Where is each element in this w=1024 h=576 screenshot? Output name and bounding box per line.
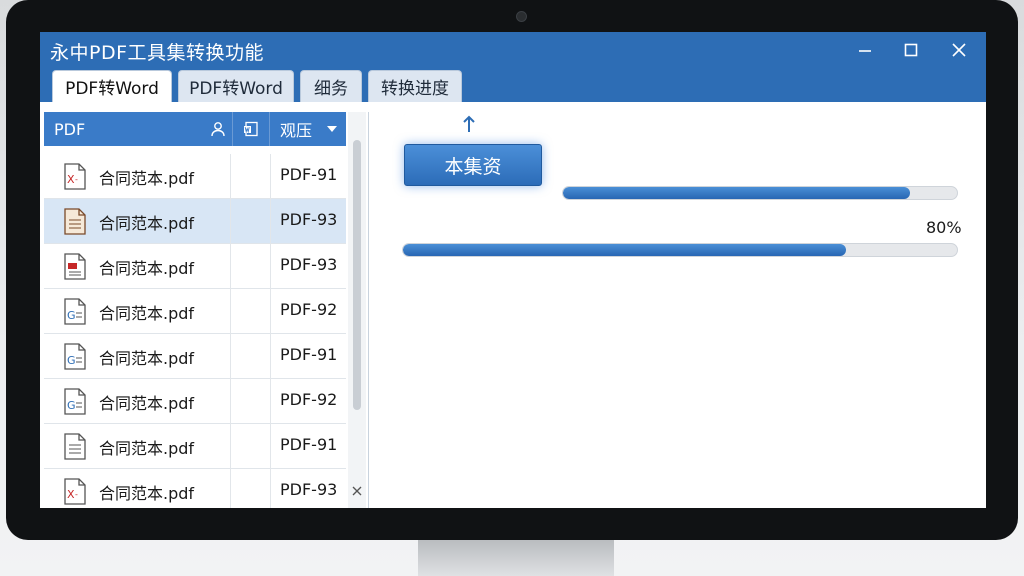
header-sort-column[interactable]: 观压 — [280, 112, 320, 146]
file-name: 合同范本.pdf — [99, 484, 195, 503]
user-icon — [211, 122, 225, 137]
column-divider — [230, 424, 231, 469]
column-divider — [270, 199, 271, 244]
sort-dropdown[interactable] — [322, 112, 342, 146]
file-name: 合同范本.pdf — [99, 214, 195, 233]
tab-details[interactable]: 细务 — [300, 70, 362, 102]
minimize-icon — [859, 50, 871, 52]
tab-pdf-to-word[interactable]: PDF转Word — [52, 70, 172, 102]
file-code: PDF-91 — [280, 165, 338, 184]
arrow-up-icon — [462, 114, 476, 138]
document-gear-icon: G — [64, 343, 86, 370]
file-list-scrollbar[interactable] — [348, 112, 366, 508]
webcam — [516, 11, 527, 22]
file-code: PDF-91 — [280, 345, 338, 364]
column-divider — [270, 244, 271, 289]
tab-bar: PDF转Word PDF转Word 细务 转换进度 — [40, 68, 986, 102]
file-name: 合同范本.pdf — [99, 259, 195, 278]
scrollbar-thumb[interactable] — [353, 140, 361, 410]
document-gear-icon: G — [64, 388, 86, 415]
convert-button[interactable]: 本集资 — [404, 144, 542, 186]
close-icon — [952, 43, 966, 57]
svg-text:G: G — [67, 309, 76, 322]
file-list: X- 合同范本.pdf PDF-91 合同范本.pdf PDF-93 合同范本.… — [44, 146, 346, 508]
progress-bar-top — [562, 186, 958, 200]
column-divider — [230, 244, 231, 289]
file-code: PDF-92 — [280, 300, 338, 319]
file-list-panel: PDF 观压 X- 合同范本.pdf PDF-91 合同范本.pdf PDF-9… — [44, 112, 369, 508]
column-divider — [230, 199, 231, 244]
svg-text:G: G — [67, 354, 76, 367]
app-window: 永中PDF工具集转换功能 PDF转Word PDF转Word 细务 转换进度 P… — [40, 32, 986, 508]
list-item[interactable]: G 合同范本.pdf PDF-92 — [44, 379, 346, 424]
progress-fill-main — [403, 244, 847, 256]
tab-conversion-progress[interactable]: 转换进度 — [368, 70, 462, 102]
svg-text:X: X — [67, 173, 75, 186]
file-code: PDF-92 — [280, 390, 338, 409]
list-item[interactable]: X- 合同范本.pdf PDF-91 — [44, 154, 346, 199]
pdf-red-x-icon: X- — [64, 478, 86, 505]
file-code: PDF-93 — [280, 480, 338, 499]
tab-pdf-to-word-2[interactable]: PDF转Word — [178, 70, 294, 102]
progress-bar-main — [402, 243, 958, 257]
close-icon[interactable] — [352, 486, 362, 496]
monitor-stand — [418, 540, 614, 576]
file-name: 合同范本.pdf — [99, 349, 195, 368]
column-divider — [270, 379, 271, 424]
column-divider — [270, 289, 271, 334]
svg-text:-: - — [75, 490, 78, 499]
list-item-selected[interactable]: 合同范本.pdf PDF-93 — [44, 199, 346, 244]
file-list-header: PDF 观压 — [44, 112, 346, 146]
close-button[interactable] — [942, 36, 976, 64]
conversion-panel: 本集资 80% — [372, 102, 986, 508]
column-divider — [230, 379, 231, 424]
maximize-icon — [904, 43, 918, 57]
column-divider — [230, 469, 231, 508]
column-divider — [230, 154, 231, 199]
list-item[interactable]: G 合同范本.pdf PDF-92 — [44, 289, 346, 334]
document-icon — [64, 433, 86, 460]
column-divider — [270, 469, 271, 508]
window-title: 永中PDF工具集转换功能 — [50, 42, 265, 64]
column-divider — [270, 424, 271, 469]
monitor: 永中PDF工具集转换功能 PDF转Word PDF转Word 细务 转换进度 P… — [0, 0, 1024, 576]
file-name: 合同范本.pdf — [99, 394, 195, 413]
progress-percentage: 80% — [926, 218, 962, 237]
pdf-red-x-icon: X- — [64, 163, 86, 190]
file-name: 合同范本.pdf — [99, 439, 195, 458]
header-name-column[interactable]: PDF — [54, 112, 204, 146]
svg-text:G: G — [67, 399, 76, 412]
list-item[interactable]: G 合同范本.pdf PDF-91 — [44, 334, 346, 379]
chevron-down-icon — [327, 126, 337, 132]
svg-text:X: X — [67, 488, 75, 501]
minimize-button[interactable] — [848, 36, 882, 64]
word-file-icon — [244, 121, 258, 137]
file-code: PDF-93 — [280, 255, 338, 274]
svg-text:-: - — [75, 175, 78, 184]
header-word-column[interactable] — [232, 112, 270, 146]
progress-fill-top — [563, 187, 910, 199]
file-code: PDF-91 — [280, 435, 338, 454]
document-gear-icon: G — [64, 298, 86, 325]
pdf-red-icon — [64, 253, 86, 280]
title-bar: 永中PDF工具集转换功能 — [40, 32, 986, 68]
list-item[interactable]: 合同范本.pdf PDF-91 — [44, 424, 346, 469]
file-name: 合同范本.pdf — [99, 169, 195, 188]
file-code: PDF-93 — [280, 210, 338, 229]
list-item[interactable]: X- 合同范本.pdf PDF-93 — [44, 469, 346, 508]
column-divider — [230, 334, 231, 379]
document-icon — [64, 208, 86, 235]
column-divider — [270, 154, 271, 199]
file-name: 合同范本.pdf — [99, 304, 195, 323]
maximize-button[interactable] — [894, 36, 928, 64]
column-divider — [230, 289, 231, 334]
column-divider — [270, 334, 271, 379]
header-user-filter[interactable] — [204, 112, 232, 146]
list-item[interactable]: 合同范本.pdf PDF-93 — [44, 244, 346, 289]
